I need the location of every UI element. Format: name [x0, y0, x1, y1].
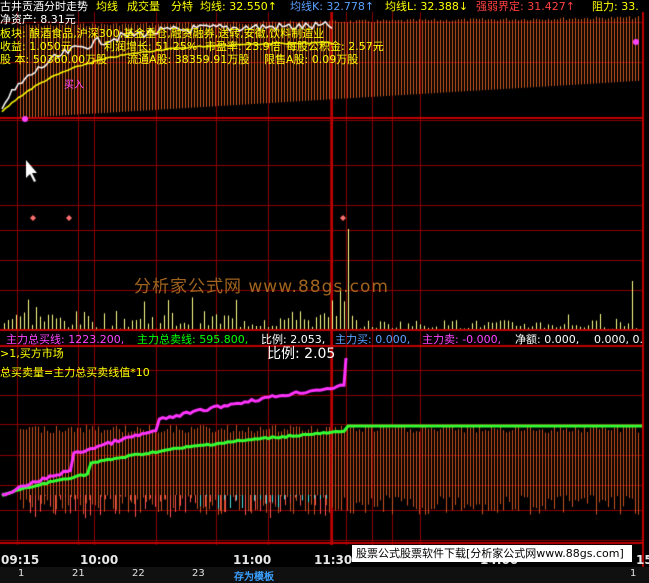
buy-signal-marker: 买入 [64, 80, 84, 91]
time-label-0915: 09:15 [1, 553, 40, 567]
bottom-tab-bar [0, 567, 649, 583]
time-label-1000: 10:00 [80, 553, 119, 567]
main-buy-total: 主力总买线: 1223.200, [6, 333, 125, 346]
watermark: 分析家公式网 www.88gs.com [134, 277, 389, 297]
main-sell-total: 主力总卖线: 595.800, [137, 333, 249, 346]
tab-save-template[interactable]: 存为模板 [234, 568, 274, 583]
header-item-ma-k: 均线K: 32.778↑ [290, 0, 375, 13]
time-label-1100: 11:00 [233, 553, 272, 567]
net-assets: 净资产: 8.31元 [0, 13, 76, 26]
ratio-value: 比例: 2.053, [261, 333, 326, 346]
main-sell: 主力卖: -0.000, [422, 333, 502, 346]
header-item-volume: 成交量 [127, 0, 160, 13]
formula-note: 总买卖量=主力总买卖线值*10 [0, 366, 150, 379]
net-amount: 净额: 0.000, [515, 333, 580, 346]
pe-info: 市盈率: 23.9倍 [205, 40, 281, 53]
chart-title: 古井贡酒分时走势 [0, 0, 88, 13]
share-capital-info: 股 本: 50360.00万股 [0, 53, 108, 66]
tab-page-1[interactable]: 1 [630, 568, 636, 579]
header-item-resistance: 阻力: 33. [592, 0, 639, 13]
tab-23[interactable]: 23 [192, 568, 205, 579]
promo-banner[interactable]: 股票公式股票软件下载[分析家公式网www.88gs.com] [352, 545, 632, 562]
tab-22[interactable]: 22 [132, 568, 145, 579]
time-label-1130: 11:30 [314, 553, 353, 567]
market-state: >1,买方市场 [0, 347, 64, 360]
float-shares-info: 流通A股: 38359.91万股 [127, 53, 250, 66]
header-item-ma: 均线: 32.550↑ [200, 0, 277, 13]
restricted-shares-info: 限售A股: 0.09万股 [264, 53, 359, 66]
header-item-strength: 强弱界定: 31.427↑ [476, 0, 575, 13]
eps-info: 收益: 1.050元 [0, 40, 72, 53]
sector-info: 板块: 酿酒食品,沪深300,基金重仓,融资融券,送转,安徽,饮料制造业 [0, 27, 325, 40]
ratio-label: 比例: 2.05 [267, 346, 336, 362]
main-buy: 主力买: 0.000, [335, 333, 411, 346]
tab-1[interactable]: 1 [18, 568, 24, 579]
tab-21[interactable]: 21 [72, 568, 85, 579]
time-label-15: 15 [636, 553, 649, 567]
profit-growth-info: 利润增长: 51.25% [104, 40, 198, 53]
header-item-avg: 均线 [96, 0, 118, 13]
net-amount-extra: 0.000, 0. [594, 333, 643, 346]
header-item-ma-l: 均线L: 32.388↓ [385, 0, 469, 13]
reserve-info: 每股公积金: 2.57元 [286, 40, 384, 53]
header-item-fente: 分特 [171, 0, 193, 13]
